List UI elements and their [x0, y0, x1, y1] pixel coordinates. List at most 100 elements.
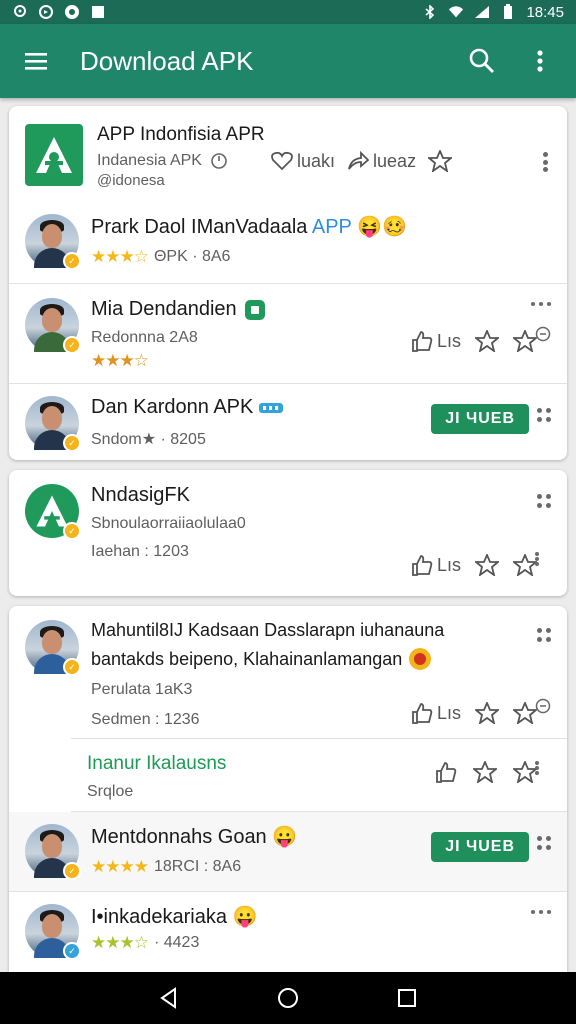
card: ✓ Mahuntil8IJ Kadsaan Dasslarapn iuhanau… [9, 606, 567, 972]
home-circle-icon [277, 988, 298, 1008]
recents-button[interactable] [387, 978, 427, 1018]
navigation-bar [0, 972, 576, 1024]
content-list: APP Indonfisia APR Indanesia APK @idones… [0, 98, 576, 972]
emoji-icon: 😛 [232, 906, 258, 928]
thumbs-up-icon[interactable] [435, 761, 457, 783]
item-title-line1: Mahuntil8IJ Kadsaan Dasslarapn iuhanauna [91, 620, 445, 640]
like-label: Lıs [436, 702, 461, 723]
clock-icon [211, 153, 227, 169]
list-item[interactable]: ✓ Mahuntil8IJ Kadsaan Dasslarapn iuhanau… [9, 606, 567, 738]
list-item[interactable]: Inanur Ikalausns Srqloe [71, 738, 567, 812]
star-outline-icon[interactable] [475, 330, 499, 352]
app-subtitle: Indanesia APK [97, 152, 202, 169]
list-item[interactable]: ✓ NndasigFK Sbnoulaorraiiaolulaa0 Iaehan… [9, 470, 567, 596]
more-button[interactable] [537, 836, 551, 850]
app-title: APP Indonfisia APR [97, 124, 265, 145]
share-button[interactable]: lueaz [347, 151, 416, 172]
page-title: Download APK [80, 45, 254, 76]
verified-badge-icon: ✓ [63, 252, 81, 270]
like-button[interactable]: Lıs [411, 702, 461, 724]
search-button[interactable] [462, 41, 502, 81]
menu-button[interactable] [16, 41, 56, 81]
like-button[interactable]: luakı [271, 151, 335, 172]
rating-stars: ★★★☆ [91, 247, 149, 266]
hamburger-icon [25, 53, 47, 70]
card: APP Indonfisia APR Indanesia APK @idones… [9, 106, 567, 460]
more-button[interactable] [531, 910, 551, 914]
location-icon [12, 4, 28, 20]
timer-icon [535, 326, 551, 342]
star-outline-icon[interactable] [513, 330, 537, 352]
overflow-menu-button[interactable] [520, 41, 560, 81]
item-subtitle: Srqloe [87, 783, 134, 800]
favorite-button[interactable] [428, 150, 453, 172]
list-item[interactable]: ✓ Prark Daol IManVadaala APP 😝🥴 ★★★☆ ΘPK… [9, 196, 567, 284]
back-button[interactable] [149, 978, 189, 1018]
back-triangle-icon [160, 987, 177, 1009]
emoji-icon: 😝🥴 [357, 216, 407, 238]
install-button[interactable]: JI ЧUEB [431, 832, 529, 862]
more-button[interactable] [537, 408, 551, 422]
alert-emoji-icon [409, 648, 432, 670]
app-logo [25, 124, 83, 186]
more-vert-icon [527, 759, 547, 777]
app-header-row[interactable]: APP Indonfisia APR Indanesia APK @idones… [9, 106, 567, 196]
list-item[interactable]: ✓ Mia Dendandien Redonnna 2A8 ★★★☆ Lıs [9, 284, 567, 384]
star-outline-icon[interactable] [475, 554, 499, 576]
verified-badge-icon: ✓ [63, 942, 81, 960]
clock: 18:45 [526, 3, 564, 21]
recents-square-icon [397, 989, 416, 1007]
thumbs-up-icon [412, 331, 433, 352]
star-outline-icon[interactable] [513, 702, 537, 724]
sync-icon [38, 4, 54, 20]
star-outline-icon [428, 150, 453, 172]
item-title: I•inkadekariaka 😛 [91, 906, 258, 928]
app-logo-icon [36, 137, 72, 173]
avatar: ✓ [25, 396, 81, 452]
heart-icon [271, 151, 293, 171]
list-item[interactable]: ✓ Mentdonnahs Goan 😛 ★★★★ 18RCI : 8A6 JI… [9, 812, 567, 892]
item-title: Prark Daol IManVadaala APP 😝🥴 [91, 216, 407, 238]
avatar: ✓ [25, 620, 81, 676]
like-label: Lıs [436, 330, 461, 351]
item-subtitle: Sbnoulaorraiiaolulaa0 [91, 515, 246, 532]
star-outline-icon[interactable] [473, 761, 497, 783]
item-meta: · 4423 [153, 934, 200, 951]
item-subtitle: Perulata 1aK3 [91, 681, 193, 698]
thumbs-up-icon [412, 703, 433, 724]
rating-stars: ★★★★ [91, 857, 149, 876]
more-button[interactable] [535, 150, 555, 174]
list-item[interactable]: ✓ Dan Kardonn APK Sndom★ · 8205 JI ЧUEB [9, 384, 567, 460]
more-grid-icon [537, 628, 551, 642]
install-button[interactable]: JI ЧUEB [431, 404, 529, 434]
item-title: Mia Dendandien [91, 298, 551, 321]
battery-icon [500, 4, 516, 20]
item-title: NndasigFK [91, 484, 190, 506]
more-grid-icon [537, 408, 551, 422]
home-button[interactable] [268, 978, 308, 1018]
more-horiz-icon [531, 302, 551, 306]
list-item[interactable]: ✓ I•inkadekariaka 😛 ★★★☆ · 4423 [9, 892, 567, 972]
emoji-icon: 😛 [272, 826, 298, 848]
like-button[interactable]: Lıs [411, 554, 461, 576]
verified-badge-icon: ✓ [63, 658, 81, 676]
star-outline-icon[interactable] [475, 702, 499, 724]
more-button[interactable] [537, 494, 551, 508]
like-button[interactable]: Lıs [411, 330, 461, 352]
app-handle: @idonesa [97, 172, 165, 189]
item-meta: 18RCI : 8A6 [153, 858, 242, 875]
avatar: ✓ [25, 214, 81, 270]
like-label: luakı [297, 150, 336, 171]
badge-icon [259, 402, 284, 413]
more-vert-button[interactable] [527, 759, 547, 777]
more-button[interactable] [537, 628, 551, 642]
more-vert-button[interactable] [527, 550, 547, 568]
wifi-icon [448, 4, 464, 20]
item-title-line2: bantakds beipeno, Klahainanlamangan [91, 647, 551, 671]
search-icon [469, 48, 494, 73]
more-button[interactable] [531, 302, 551, 306]
more-horiz-icon [531, 910, 551, 914]
card: ✓ NndasigFK Sbnoulaorraiiaolulaa0 Iaehan… [9, 470, 567, 596]
notification-icon [90, 4, 106, 20]
more-vert-icon [537, 50, 543, 72]
